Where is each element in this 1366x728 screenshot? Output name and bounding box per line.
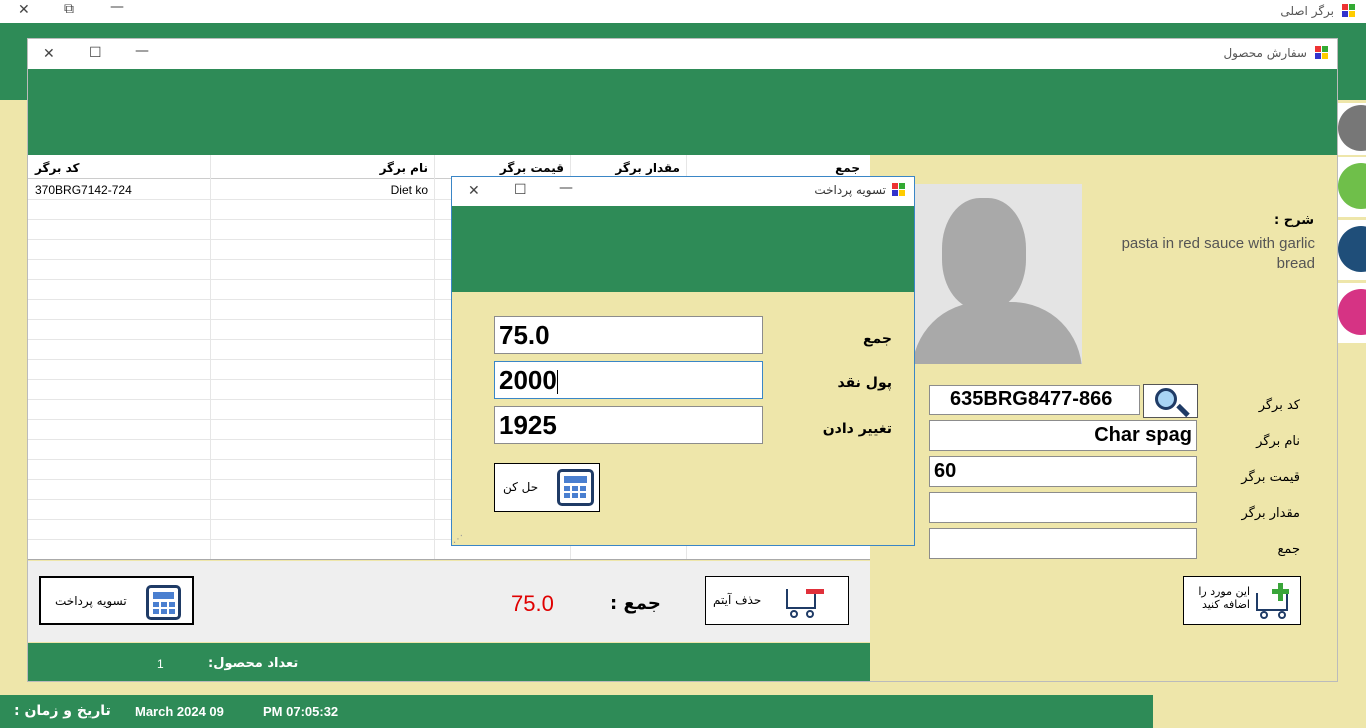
sum-label: جمع : bbox=[610, 593, 661, 614]
price-label: قیمت برگر bbox=[1241, 470, 1300, 485]
cash-field[interactable]: 2000 bbox=[494, 361, 763, 399]
app-icon bbox=[1315, 46, 1329, 60]
search-icon bbox=[1155, 388, 1177, 410]
column-header: مقدار برگر bbox=[615, 161, 680, 175]
payment-dialog-title: تسویه پرداخت bbox=[814, 183, 886, 197]
maximize-icon[interactable]: ☐ bbox=[89, 46, 102, 60]
cart-icon bbox=[1338, 105, 1366, 151]
minimize-icon[interactable]: — bbox=[135, 44, 149, 58]
column-header: نام برگر bbox=[379, 161, 428, 175]
avatar-body bbox=[912, 302, 1082, 364]
column-header: جمع bbox=[835, 161, 860, 175]
code-label: کد برگر bbox=[1258, 398, 1300, 413]
search-icon-handle bbox=[1176, 403, 1190, 418]
search-button[interactable] bbox=[1143, 384, 1198, 418]
chart-icon bbox=[1338, 226, 1366, 272]
cash-field-value: 2000 bbox=[499, 365, 557, 395]
count-value: 1 bbox=[157, 657, 164, 671]
cash-label: پول نقد bbox=[837, 375, 892, 391]
restore-icon[interactable]: ⧉ bbox=[64, 2, 74, 16]
cell-code: 370BRG7142-724 bbox=[35, 183, 132, 197]
payment-total-field[interactable]: 75.0 bbox=[494, 316, 763, 354]
close-icon[interactable]: ✕ bbox=[43, 47, 55, 61]
order-window-title: سفارش محصول bbox=[1223, 46, 1307, 60]
solve-button[interactable]: حل کن bbox=[494, 463, 600, 512]
solve-button-label: حل کن bbox=[503, 480, 539, 494]
product-image bbox=[902, 184, 1082, 364]
app-icon bbox=[892, 183, 906, 197]
add-item-label: این مورد را اضافه کنید bbox=[1198, 585, 1250, 611]
resize-grip-icon[interactable]: ⋰ bbox=[453, 534, 463, 545]
target-icon bbox=[1338, 289, 1366, 335]
datetime-label: تاریخ و زمان : bbox=[14, 703, 111, 719]
gear-icon bbox=[1338, 163, 1366, 209]
description-label: شرح : bbox=[1274, 213, 1314, 228]
code-field-value: 635BRG8477-866 bbox=[950, 388, 1113, 410]
price-field-value: 60 bbox=[934, 460, 957, 482]
sum-value: 75.0 bbox=[511, 591, 554, 616]
time-value: PM 07:05:32 bbox=[263, 704, 339, 719]
change-label: تغییر دادن bbox=[822, 421, 892, 437]
side-button-settings[interactable] bbox=[1338, 157, 1366, 217]
total-field[interactable] bbox=[929, 528, 1197, 559]
pay-button-label: تسویه پرداخت bbox=[55, 594, 127, 608]
payment-title-bar: ✕ ☐ — تسویه پرداخت bbox=[452, 177, 914, 206]
avatar-icon bbox=[942, 198, 1026, 310]
calculator-icon bbox=[146, 585, 181, 620]
price-field[interactable]: 60 bbox=[929, 456, 1197, 487]
cart-remove-icon bbox=[786, 589, 824, 618]
quantity-label: مقدار برگر bbox=[1241, 506, 1300, 521]
add-item-button[interactable]: این مورد را اضافه کنید bbox=[1183, 576, 1301, 625]
maximize-icon[interactable]: ☐ bbox=[514, 183, 527, 197]
name-field-value: Char spag bbox=[1094, 424, 1192, 446]
delete-item-button[interactable]: حذف آیتم bbox=[705, 576, 849, 625]
side-button-target[interactable] bbox=[1338, 283, 1366, 343]
code-field[interactable]: 635BRG8477-866 bbox=[929, 385, 1140, 415]
calculator-icon bbox=[557, 469, 594, 506]
side-button-cart[interactable] bbox=[1338, 103, 1366, 155]
app-icon bbox=[1342, 4, 1356, 18]
main-title-bar: ✕ ⧉ — برگر اصلی bbox=[0, 0, 1366, 23]
minimize-icon[interactable]: — bbox=[110, 0, 124, 14]
total-label: جمع bbox=[1277, 542, 1300, 557]
order-header-band bbox=[28, 69, 1337, 155]
description-value: pasta in red sauce with garlic bread bbox=[1121, 235, 1315, 272]
close-icon[interactable]: ✕ bbox=[18, 3, 30, 17]
name-field[interactable]: Char spag bbox=[929, 420, 1197, 451]
text-cursor bbox=[556, 370, 558, 395]
order-footer-band bbox=[28, 643, 870, 681]
column-header: کد برگر bbox=[35, 161, 80, 175]
column-header: قیمت برگر bbox=[499, 161, 564, 175]
minimize-icon[interactable]: — bbox=[559, 181, 573, 195]
payment-total-label: جمع bbox=[862, 331, 892, 347]
count-label: تعداد محصول: bbox=[208, 656, 299, 671]
pay-button[interactable]: تسویه پرداخت bbox=[39, 576, 194, 625]
cell-name: Diet ko bbox=[390, 183, 428, 197]
main-window-title: برگر اصلی bbox=[1280, 4, 1334, 18]
name-label: نام برگر bbox=[1256, 434, 1300, 449]
change-field-value: 1925 bbox=[499, 410, 557, 440]
cart-add-icon bbox=[1256, 583, 1296, 621]
change-field[interactable]: 1925 bbox=[494, 406, 763, 444]
side-button-reports[interactable] bbox=[1338, 220, 1366, 280]
order-title-bar: ✕ ☐ — سفارش محصول bbox=[28, 39, 1337, 69]
delete-item-label: حذف آیتم bbox=[713, 593, 762, 607]
date-value: March 2024 09 bbox=[135, 704, 224, 719]
quantity-field[interactable] bbox=[929, 492, 1197, 523]
close-icon[interactable]: ✕ bbox=[468, 184, 480, 198]
payment-total-value: 75.0 bbox=[499, 320, 550, 350]
payment-header-band bbox=[452, 206, 914, 292]
